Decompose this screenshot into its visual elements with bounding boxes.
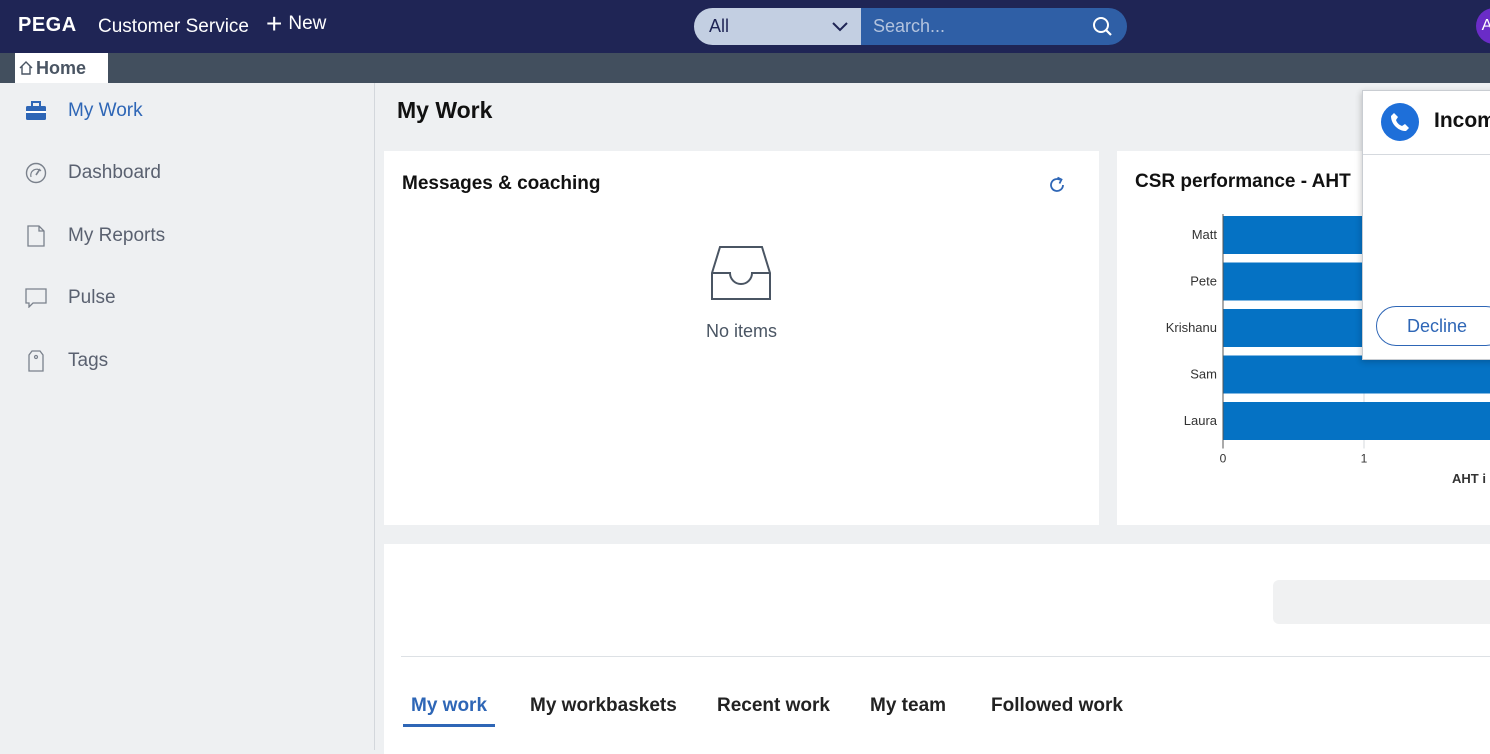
incoming-call-popup: Incom Decline — [1362, 90, 1490, 360]
sidebar-item-label: Dashboard — [68, 162, 161, 183]
category-label: Matt — [1192, 227, 1218, 242]
sidebar-item-label: Tags — [68, 350, 109, 371]
new-button[interactable]: + New — [266, 8, 327, 39]
search-input[interactable] — [873, 16, 1083, 37]
decline-button[interactable]: Decline — [1376, 306, 1490, 346]
tab-followed-work[interactable]: Followed work — [991, 695, 1123, 717]
inbox-icon — [711, 246, 771, 300]
global-search: All — [694, 8, 1127, 45]
tab-my-workbaskets[interactable]: My workbaskets — [530, 695, 677, 717]
search-scope-dropdown[interactable]: All — [694, 8, 861, 45]
phone-icon — [1381, 103, 1419, 141]
popup-title: Incom — [1434, 109, 1490, 132]
gauge-icon — [24, 161, 48, 185]
messages-coaching-card: Messages & coaching No items — [384, 151, 1099, 525]
chevron-down-icon — [832, 21, 848, 31]
sidebar: My Work Dashboard My Reports Pulse Tags — [0, 83, 375, 750]
tab-home-label: Home — [36, 57, 87, 78]
empty-state-text: No items — [705, 321, 777, 341]
category-label: Pete — [1190, 274, 1217, 289]
main-content: My Work Messages & coaching No items CSR… — [376, 83, 1490, 754]
workspace-tab-bar: Home — [0, 53, 1490, 83]
worklist-card: My work My workbaskets Recent work My te… — [384, 544, 1490, 754]
plus-icon: + — [266, 8, 283, 39]
avatar[interactable]: A — [1476, 8, 1490, 44]
sidebar-item-tags[interactable]: Tags — [24, 349, 108, 373]
category-label: Sam — [1190, 367, 1217, 382]
divider — [401, 656, 1490, 657]
category-label: Krishanu — [1166, 320, 1217, 335]
worklist-filter-box[interactable] — [1273, 580, 1490, 624]
search-input-wrapper — [861, 8, 1127, 45]
top-header-bar: PEGA Customer Service + New All A — [0, 0, 1490, 53]
tab-my-work[interactable]: My work — [402, 695, 496, 727]
sidebar-item-dashboard[interactable]: Dashboard — [24, 161, 161, 185]
tick-label: 0 — [1220, 452, 1227, 466]
tab-home[interactable]: Home — [15, 53, 108, 83]
popup-header: Incom — [1363, 91, 1490, 155]
sidebar-item-my-reports[interactable]: My Reports — [24, 224, 165, 248]
briefcase-icon — [24, 99, 48, 123]
refresh-icon[interactable] — [1047, 175, 1067, 195]
search-icon[interactable] — [1092, 16, 1113, 37]
messages-card-title: Messages & coaching — [402, 173, 601, 194]
sidebar-item-label: My Work — [68, 100, 143, 121]
page-title: My Work — [397, 97, 493, 123]
category-label: Laura — [1184, 413, 1218, 428]
app-name[interactable]: Customer Service — [98, 16, 249, 38]
tab-recent-work[interactable]: Recent work — [717, 695, 830, 717]
home-icon — [19, 61, 33, 75]
pega-logo[interactable]: PEGA — [18, 14, 77, 37]
sidebar-item-my-work[interactable]: My Work — [24, 99, 143, 123]
bar — [1223, 402, 1490, 440]
sidebar-item-label: My Reports — [68, 225, 166, 246]
tick-label: 1 — [1361, 452, 1368, 466]
search-scope-value: All — [709, 16, 730, 36]
tag-icon — [24, 349, 48, 373]
new-button-label: New — [288, 13, 327, 34]
bar — [1223, 355, 1490, 394]
sidebar-item-label: Pulse — [68, 287, 116, 308]
chat-bubble-icon — [24, 286, 48, 310]
sidebar-item-pulse[interactable]: Pulse — [24, 286, 116, 310]
x-axis-label: AHT i — [1452, 471, 1486, 486]
tab-my-team[interactable]: My team — [870, 695, 946, 717]
document-icon — [24, 224, 48, 248]
